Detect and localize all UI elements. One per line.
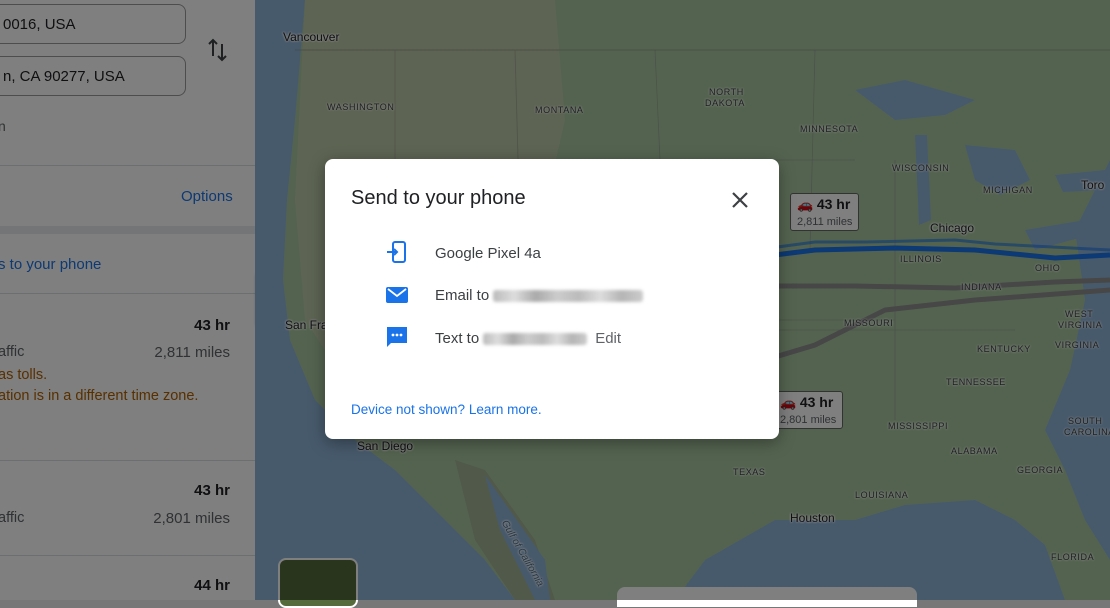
dialog-title: Send to your phone bbox=[351, 187, 526, 209]
send-to-phone-dialog: Send to your phone Google Pixel 4a Email… bbox=[325, 159, 779, 439]
learn-more-link[interactable]: Device not shown? Learn more. bbox=[351, 402, 542, 417]
device-name: Google Pixel 4a bbox=[435, 245, 541, 262]
redacted-phone bbox=[483, 333, 588, 346]
text-label: Text to bbox=[435, 330, 480, 347]
redacted-email bbox=[493, 290, 644, 303]
phone-send-icon bbox=[387, 241, 406, 263]
email-label: Email to bbox=[435, 287, 490, 304]
sms-icon bbox=[387, 327, 407, 347]
close-icon[interactable] bbox=[727, 187, 753, 213]
edit-phone-link[interactable]: Edit bbox=[595, 330, 621, 347]
email-icon bbox=[386, 287, 408, 303]
